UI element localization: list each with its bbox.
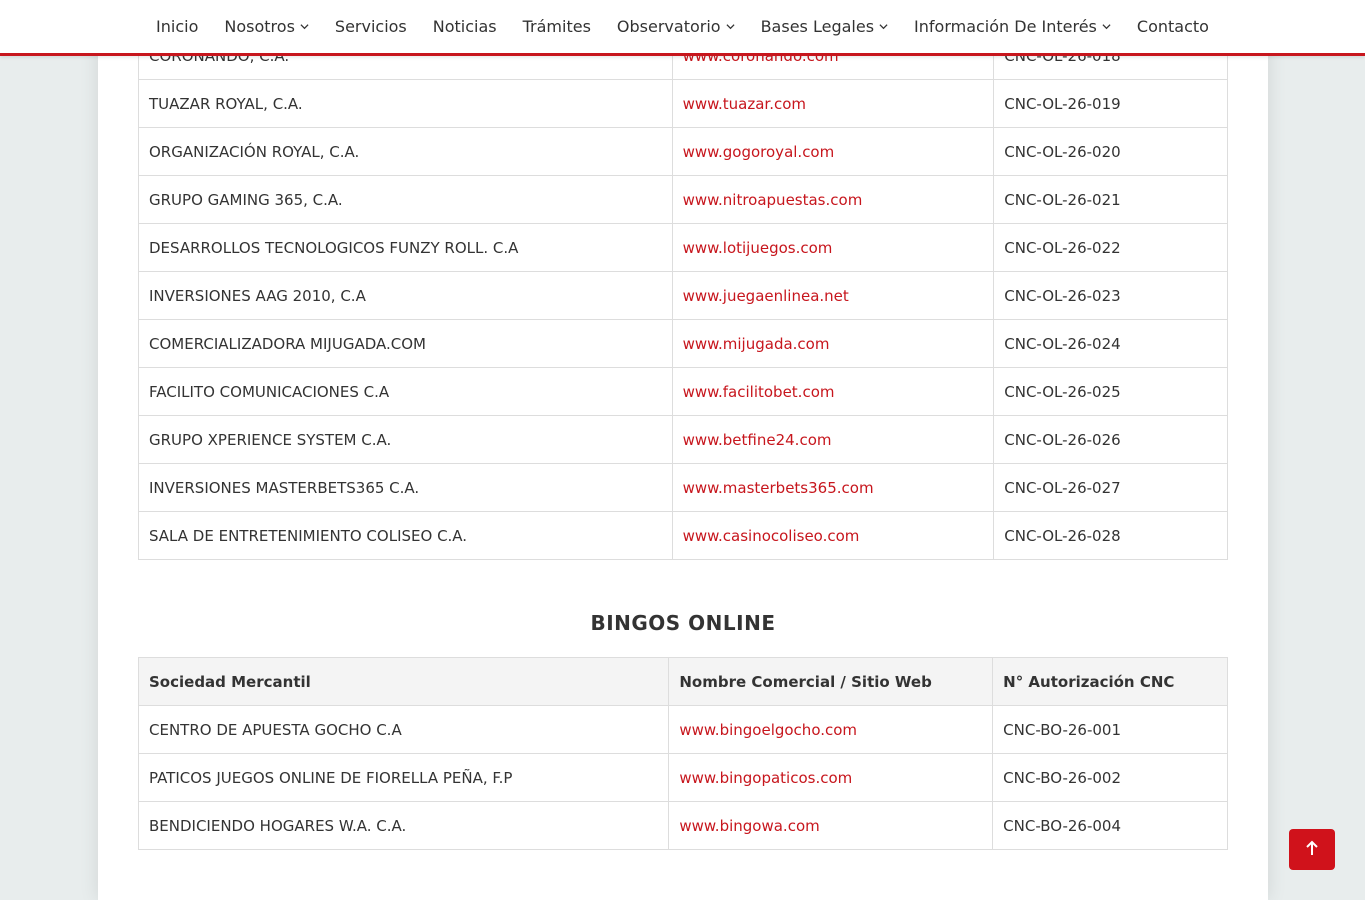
site-link[interactable]: www.facilitobet.com bbox=[683, 383, 835, 401]
table-row: PATICOS JUEGOS ONLINE DE FIORELLA PEÑA, … bbox=[137, 753, 1228, 802]
code-cell: CNC-OL-26-023 bbox=[993, 271, 1228, 320]
nav-label: Noticias bbox=[432, 17, 497, 36]
nav-item-observatorio[interactable]: Observatorio bbox=[617, 17, 735, 36]
table-row: FACILITO COMUNICACIONES C.A www.facilitob… bbox=[138, 367, 1228, 416]
code-cell: CNC-BO-26-002 bbox=[992, 753, 1228, 802]
code-cell: CNC-BO-26-004 bbox=[992, 801, 1228, 850]
nav-item-inicio[interactable]: Inicio bbox=[156, 17, 198, 36]
site-link[interactable]: www.juegaenlinea.net bbox=[683, 287, 849, 305]
nav-label: Inicio bbox=[156, 17, 199, 36]
site-link[interactable]: www.bingopaticos.com bbox=[679, 769, 852, 787]
site-cell: www.nitroapuestas.com bbox=[671, 175, 995, 224]
nav-label: Contacto bbox=[1136, 17, 1209, 36]
site-cell: www.lotijuegos.com bbox=[671, 223, 995, 272]
table-header-row: Sociedad Mercantil Nombre Comercial / Si… bbox=[137, 657, 1228, 706]
nav-item-tramites[interactable]: Trámites bbox=[523, 17, 591, 36]
site-cell: www.bingopaticos.com bbox=[668, 753, 994, 802]
company-cell: INVERSIONES AAG 2010, C.A bbox=[138, 271, 673, 320]
site-link[interactable]: www.lotijuegos.com bbox=[683, 239, 833, 257]
nav-label: Observatorio bbox=[616, 17, 721, 36]
code-cell: CNC-OL-26-024 bbox=[993, 319, 1228, 368]
table-row: INVERSIONES AAG 2010, C.A www.juegaenline… bbox=[138, 271, 1228, 320]
company-cell: DESARROLLOS TECNOLOGICOS FUNZY ROLL. C.A bbox=[138, 223, 673, 272]
table-row: INVERSIONES MASTERBETS365 C.A. www.master… bbox=[138, 463, 1228, 512]
chevron-down-icon bbox=[726, 22, 735, 31]
table-row: GRUPO XPERIENCE SYSTEM C.A. www.betfine24… bbox=[138, 415, 1228, 464]
company-cell: SALA DE ENTRETENIMIENTO COLISEO C.A. bbox=[138, 511, 673, 560]
code-cell: CNC-OL-26-021 bbox=[993, 175, 1228, 224]
site-link[interactable]: www.masterbets365.com bbox=[683, 479, 874, 497]
bingo-operators-table: Sociedad Mercantil Nombre Comercial / Si… bbox=[137, 657, 1228, 850]
company-cell: GRUPO GAMING 365, C.A. bbox=[138, 175, 673, 224]
site-cell: www.casinocoliseo.com bbox=[671, 511, 995, 560]
code-cell: CNC-OL-26-028 bbox=[993, 511, 1228, 560]
nav-item-bases-legales[interactable]: Bases Legales bbox=[761, 17, 888, 36]
table-row: CENTRO DE APUESTA GOCHO C.A www.bingoelgo… bbox=[137, 705, 1228, 754]
header-sociedad-mercantil: Sociedad Mercantil bbox=[137, 657, 670, 706]
site-link[interactable]: www.casinocoliseo.com bbox=[683, 527, 860, 545]
code-cell: CNC-OL-26-019 bbox=[993, 79, 1228, 128]
site-cell: www.masterbets365.com bbox=[671, 463, 995, 512]
company-cell: CENTRO DE APUESTA GOCHO C.A bbox=[137, 705, 670, 754]
chevron-down-icon bbox=[1102, 22, 1111, 31]
site-cell: www.bingowa.com bbox=[668, 801, 994, 850]
site-cell: www.facilitobet.com bbox=[671, 367, 995, 416]
nav-item-contacto[interactable]: Contacto bbox=[1137, 17, 1209, 36]
code-cell: CNC-OL-26-020 bbox=[993, 127, 1228, 176]
chevron-down-icon bbox=[300, 22, 309, 31]
online-operators-table: CORONANDO, C.A.www.coronando.comCNC-OL-2… bbox=[138, 31, 1228, 560]
site-link[interactable]: www.bingoelgocho.com bbox=[679, 721, 857, 739]
site-link[interactable]: www.nitroapuestas.com bbox=[683, 191, 863, 209]
table-row: ORGANIZACIÓN ROYAL, C.A. www.gogoroyal.co… bbox=[138, 127, 1228, 176]
arrow-up-icon bbox=[1305, 840, 1319, 860]
company-cell: TUAZAR ROYAL, C.A. bbox=[138, 79, 673, 128]
company-cell: INVERSIONES MASTERBETS365 C.A. bbox=[138, 463, 673, 512]
code-cell: CNC-OL-26-027 bbox=[993, 463, 1228, 512]
table-row: TUAZAR ROYAL, C.A. www.tuazar.com CNC-OL-2… bbox=[138, 79, 1228, 128]
table-row: BENDICIENDO HOGARES W.A. C.A. www.bingowa… bbox=[137, 801, 1228, 850]
code-cell: CNC-BO-26-001 bbox=[992, 705, 1228, 754]
table-row: DESARROLLOS TECNOLOGICOS FUNZY ROLL. C.A… bbox=[138, 223, 1228, 272]
company-cell: BENDICIENDO HOGARES W.A. C.A. bbox=[137, 801, 670, 850]
code-cell: CNC-OL-26-026 bbox=[993, 415, 1228, 464]
code-cell: CNC-OL-26-025 bbox=[993, 367, 1228, 416]
site-cell: www.tuazar.com bbox=[671, 79, 995, 128]
scroll-to-top-button[interactable] bbox=[1289, 829, 1335, 870]
company-cell: FACILITO COMUNICACIONES C.A bbox=[138, 367, 673, 416]
site-cell: www.betfine24.com bbox=[671, 415, 995, 464]
nav-item-nosotros[interactable]: Nosotros bbox=[224, 17, 309, 36]
header-autorizacion-cnc: N° Autorización CNC bbox=[992, 657, 1228, 706]
company-cell: GRUPO XPERIENCE SYSTEM C.A. bbox=[138, 415, 673, 464]
nav-item-informacion-de-interes[interactable]: Información De Interés bbox=[914, 17, 1111, 36]
header-nombre-comercial: Nombre Comercial / Sitio Web bbox=[668, 657, 994, 706]
nav-label: Nosotros bbox=[224, 17, 295, 36]
site-cell: www.juegaenlinea.net bbox=[671, 271, 995, 320]
company-cell: ORGANIZACIÓN ROYAL, C.A. bbox=[138, 127, 673, 176]
main-navigation: Inicio Nosotros Servicios Noticias Trámi… bbox=[0, 0, 1365, 56]
nav-label: Bases Legales bbox=[760, 17, 875, 36]
site-link[interactable]: www.bingowa.com bbox=[679, 817, 819, 835]
table-row: GRUPO GAMING 365, C.A. www.nitroapuestas.… bbox=[138, 175, 1228, 224]
table-row: SALA DE ENTRETENIMIENTO COLISEO C.A. www.… bbox=[138, 511, 1228, 560]
nav-label: Servicios bbox=[334, 17, 407, 36]
section-title-bingos-online: BINGOS ONLINE bbox=[590, 611, 776, 635]
site-cell: www.bingoelgocho.com bbox=[668, 705, 994, 754]
chevron-down-icon bbox=[879, 22, 888, 31]
site-cell: www.gogoroyal.com bbox=[671, 127, 995, 176]
nav-item-noticias[interactable]: Noticias bbox=[433, 17, 497, 36]
table-row: COMERCIALIZADORA MIJUGADA.COM www.mijugad… bbox=[138, 319, 1228, 368]
nav-label: Trámites bbox=[522, 17, 591, 36]
site-cell: www.mijugada.com bbox=[671, 319, 995, 368]
nav-label: Información De Interés bbox=[914, 17, 1097, 36]
site-link[interactable]: www.tuazar.com bbox=[683, 95, 806, 113]
company-cell: COMERCIALIZADORA MIJUGADA.COM bbox=[138, 319, 673, 368]
site-link[interactable]: www.betfine24.com bbox=[683, 431, 832, 449]
code-cell: CNC-OL-26-022 bbox=[993, 223, 1228, 272]
site-link[interactable]: www.gogoroyal.com bbox=[683, 143, 835, 161]
site-link[interactable]: www.mijugada.com bbox=[683, 335, 830, 353]
company-cell: PATICOS JUEGOS ONLINE DE FIORELLA PEÑA, … bbox=[137, 753, 670, 802]
nav-item-servicios[interactable]: Servicios bbox=[335, 17, 407, 36]
